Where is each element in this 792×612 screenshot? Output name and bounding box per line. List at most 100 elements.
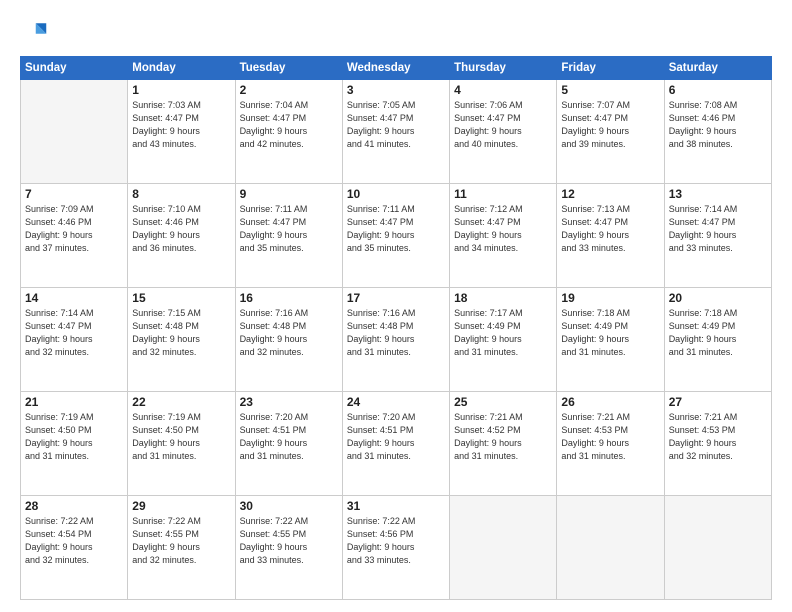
calendar-cell: 5 Sunrise: 7:07 AM Sunset: 4:47 PM Daylig… — [557, 80, 664, 184]
day-number: 17 — [347, 291, 445, 305]
day-number: 3 — [347, 83, 445, 97]
day-number: 18 — [454, 291, 552, 305]
calendar-cell: 9 Sunrise: 7:11 AM Sunset: 4:47 PM Daylig… — [235, 184, 342, 288]
calendar-cell: 29Sunrise: 7:22 AM Sunset: 4:55 PM Dayli… — [128, 496, 235, 600]
weekday-header-monday: Monday — [128, 57, 235, 80]
day-info: Sunrise: 7:05 AM Sunset: 4:47 PM Dayligh… — [347, 99, 445, 151]
calendar-cell: 21 Sunrise: 7:19 AM Sunset: 4:50 PM Dayli… — [21, 392, 128, 496]
day-info: Sunrise: 7:17 AM Sunset: 4:49 PM Dayligh… — [454, 307, 552, 359]
header — [20, 18, 772, 46]
day-number: 2 — [240, 83, 338, 97]
day-info: Sunrise: 7:03 AM Sunset: 4:47 PM Dayligh… — [132, 99, 230, 151]
day-number: 11 — [454, 187, 552, 201]
day-info: Sunrise: 7:06 AM Sunset: 4:47 PM Dayligh… — [454, 99, 552, 151]
calendar-cell: 8 Sunrise: 7:10 AM Sunset: 4:46 PM Daylig… — [128, 184, 235, 288]
day-number: 31 — [347, 499, 445, 513]
calendar-cell: 19Sunrise: 7:18 AM Sunset: 4:49 PM Dayli… — [557, 288, 664, 392]
day-info: Sunrise: 7:18 AM Sunset: 4:49 PM Dayligh… — [669, 307, 767, 359]
calendar-cell: 16 Sunrise: 7:16 AM Sunset: 4:48 PM Dayli… — [235, 288, 342, 392]
day-number: 20 — [669, 291, 767, 305]
day-number: 19 — [561, 291, 659, 305]
day-info: Sunrise: 7:22 AM Sunset: 4:55 PM Dayligh… — [240, 515, 338, 567]
day-number: 24 — [347, 395, 445, 409]
day-info: Sunrise: 7:10 AM Sunset: 4:46 PM Dayligh… — [132, 203, 230, 255]
calendar-cell: 27Sunrise: 7:21 AM Sunset: 4:53 PM Dayli… — [664, 392, 771, 496]
day-number: 23 — [240, 395, 338, 409]
day-number: 9 — [240, 187, 338, 201]
calendar-cell — [21, 80, 128, 184]
day-number: 29 — [132, 499, 230, 513]
day-number: 6 — [669, 83, 767, 97]
day-info: Sunrise: 7:09 AM Sunset: 4:46 PM Dayligh… — [25, 203, 123, 255]
day-number: 1 — [132, 83, 230, 97]
day-info: Sunrise: 7:07 AM Sunset: 4:47 PM Dayligh… — [561, 99, 659, 151]
day-info: Sunrise: 7:16 AM Sunset: 4:48 PM Dayligh… — [240, 307, 338, 359]
logo-icon — [20, 18, 48, 46]
calendar-cell: 4 Sunrise: 7:06 AM Sunset: 4:47 PM Daylig… — [450, 80, 557, 184]
day-number: 12 — [561, 187, 659, 201]
day-info: Sunrise: 7:22 AM Sunset: 4:54 PM Dayligh… — [25, 515, 123, 567]
day-info: Sunrise: 7:15 AM Sunset: 4:48 PM Dayligh… — [132, 307, 230, 359]
day-info: Sunrise: 7:14 AM Sunset: 4:47 PM Dayligh… — [669, 203, 767, 255]
calendar-cell: 2 Sunrise: 7:04 AM Sunset: 4:47 PM Daylig… — [235, 80, 342, 184]
weekday-header-row: SundayMondayTuesdayWednesdayThursdayFrid… — [21, 57, 772, 80]
calendar-cell: 18 Sunrise: 7:17 AM Sunset: 4:49 PM Dayli… — [450, 288, 557, 392]
calendar-cell: 23 Sunrise: 7:20 AM Sunset: 4:51 PM Dayli… — [235, 392, 342, 496]
weekday-header-sunday: Sunday — [21, 57, 128, 80]
day-number: 15 — [132, 291, 230, 305]
calendar-cell: 31 Sunrise: 7:22 AM Sunset: 4:56 PM Dayli… — [342, 496, 449, 600]
calendar-cell: 12 Sunrise: 7:13 AM Sunset: 4:47 PM Dayli… — [557, 184, 664, 288]
calendar-cell: 10Sunrise: 7:11 AM Sunset: 4:47 PM Dayli… — [342, 184, 449, 288]
day-info: Sunrise: 7:04 AM Sunset: 4:47 PM Dayligh… — [240, 99, 338, 151]
day-info: Sunrise: 7:20 AM Sunset: 4:51 PM Dayligh… — [347, 411, 445, 463]
calendar-cell: 15 Sunrise: 7:15 AM Sunset: 4:48 PM Dayli… — [128, 288, 235, 392]
day-info: Sunrise: 7:20 AM Sunset: 4:51 PM Dayligh… — [240, 411, 338, 463]
calendar-cell: 20 Sunrise: 7:18 AM Sunset: 4:49 PM Dayli… — [664, 288, 771, 392]
day-number: 8 — [132, 187, 230, 201]
calendar-cell: 6 Sunrise: 7:08 AM Sunset: 4:46 PM Daylig… — [664, 80, 771, 184]
day-info: Sunrise: 7:14 AM Sunset: 4:47 PM Dayligh… — [25, 307, 123, 359]
weekday-header-thursday: Thursday — [450, 57, 557, 80]
day-info: Sunrise: 7:21 AM Sunset: 4:53 PM Dayligh… — [669, 411, 767, 463]
calendar-cell: 7Sunrise: 7:09 AM Sunset: 4:46 PM Daylig… — [21, 184, 128, 288]
day-info: Sunrise: 7:19 AM Sunset: 4:50 PM Dayligh… — [132, 411, 230, 463]
day-number: 16 — [240, 291, 338, 305]
day-number: 25 — [454, 395, 552, 409]
logo — [20, 18, 52, 46]
day-info: Sunrise: 7:08 AM Sunset: 4:46 PM Dayligh… — [669, 99, 767, 151]
calendar-week-row: 28 Sunrise: 7:22 AM Sunset: 4:54 PM Dayli… — [21, 496, 772, 600]
calendar-cell — [557, 496, 664, 600]
weekday-header-tuesday: Tuesday — [235, 57, 342, 80]
weekday-header-wednesday: Wednesday — [342, 57, 449, 80]
calendar-cell: 22Sunrise: 7:19 AM Sunset: 4:50 PM Dayli… — [128, 392, 235, 496]
day-number: 30 — [240, 499, 338, 513]
day-info: Sunrise: 7:16 AM Sunset: 4:48 PM Dayligh… — [347, 307, 445, 359]
calendar-cell — [450, 496, 557, 600]
day-info: Sunrise: 7:11 AM Sunset: 4:47 PM Dayligh… — [240, 203, 338, 255]
day-info: Sunrise: 7:12 AM Sunset: 4:47 PM Dayligh… — [454, 203, 552, 255]
calendar-week-row: 1 Sunrise: 7:03 AM Sunset: 4:47 PM Daylig… — [21, 80, 772, 184]
day-info: Sunrise: 7:21 AM Sunset: 4:52 PM Dayligh… — [454, 411, 552, 463]
weekday-header-friday: Friday — [557, 57, 664, 80]
calendar-table: SundayMondayTuesdayWednesdayThursdayFrid… — [20, 56, 772, 600]
day-number: 10 — [347, 187, 445, 201]
day-number: 14 — [25, 291, 123, 305]
day-number: 21 — [25, 395, 123, 409]
day-info: Sunrise: 7:19 AM Sunset: 4:50 PM Dayligh… — [25, 411, 123, 463]
day-info: Sunrise: 7:13 AM Sunset: 4:47 PM Dayligh… — [561, 203, 659, 255]
page: SundayMondayTuesdayWednesdayThursdayFrid… — [0, 0, 792, 612]
calendar-cell: 25 Sunrise: 7:21 AM Sunset: 4:52 PM Dayli… — [450, 392, 557, 496]
calendar-cell — [664, 496, 771, 600]
day-number: 26 — [561, 395, 659, 409]
calendar-cell: 30 Sunrise: 7:22 AM Sunset: 4:55 PM Dayli… — [235, 496, 342, 600]
day-number: 13 — [669, 187, 767, 201]
day-number: 28 — [25, 499, 123, 513]
calendar-cell: 1 Sunrise: 7:03 AM Sunset: 4:47 PM Daylig… — [128, 80, 235, 184]
calendar-cell: 14 Sunrise: 7:14 AM Sunset: 4:47 PM Dayli… — [21, 288, 128, 392]
calendar-cell: 24 Sunrise: 7:20 AM Sunset: 4:51 PM Dayli… — [342, 392, 449, 496]
day-number: 4 — [454, 83, 552, 97]
day-info: Sunrise: 7:22 AM Sunset: 4:56 PM Dayligh… — [347, 515, 445, 567]
calendar-cell: 11 Sunrise: 7:12 AM Sunset: 4:47 PM Dayli… — [450, 184, 557, 288]
day-number: 5 — [561, 83, 659, 97]
day-info: Sunrise: 7:21 AM Sunset: 4:53 PM Dayligh… — [561, 411, 659, 463]
